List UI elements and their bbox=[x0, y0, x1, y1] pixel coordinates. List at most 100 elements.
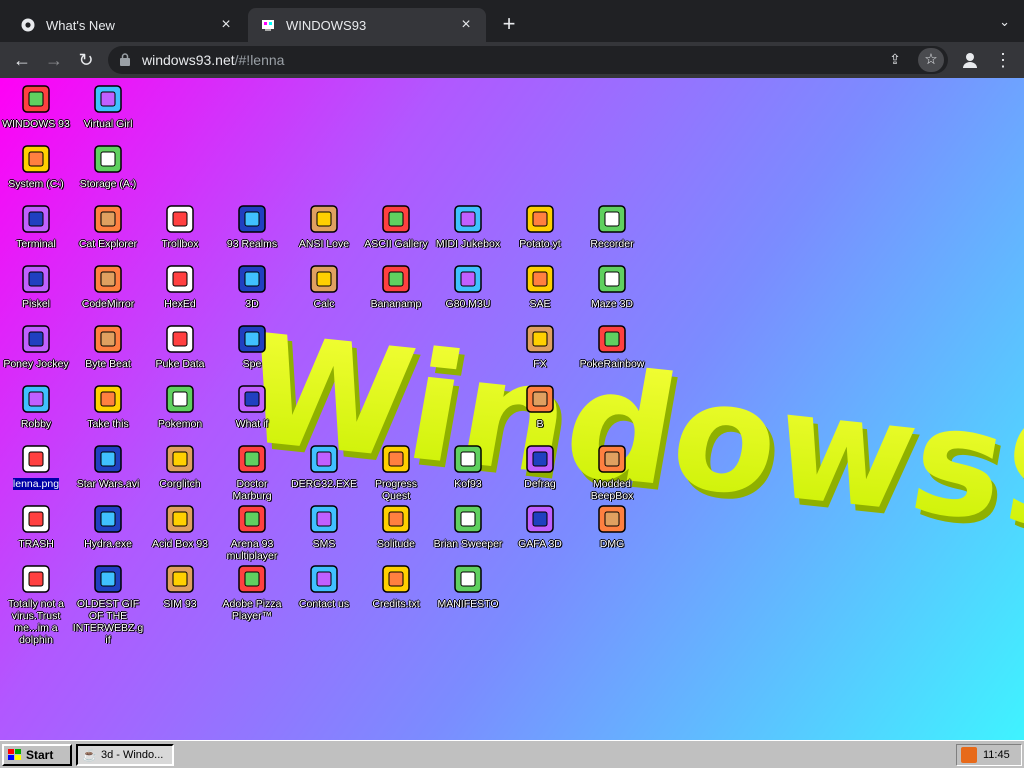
desktop-icon[interactable]: Contact us bbox=[288, 562, 360, 610]
desktop-icon[interactable]: ASCII Gallery bbox=[360, 202, 432, 250]
rss-icon[interactable] bbox=[961, 747, 977, 763]
start-button[interactable]: Start bbox=[2, 744, 72, 766]
desktop-icon[interactable]: Potato.yt bbox=[504, 202, 576, 250]
desktop-icon[interactable]: Kof93 bbox=[432, 442, 504, 490]
back-arrow-icon[interactable]: ← bbox=[10, 48, 34, 72]
desktop-icon[interactable]: What if bbox=[216, 382, 288, 430]
tab-windows93[interactable]: WINDOWS93 × bbox=[248, 8, 486, 42]
desktop-icon-label: Maze 3D bbox=[590, 298, 633, 310]
desktop-icon[interactable]: Maze 3D bbox=[576, 262, 648, 310]
desktop-icon-label: Kof93 bbox=[454, 478, 482, 490]
desktop-icon-label: SMS bbox=[312, 538, 336, 550]
close-icon[interactable]: × bbox=[218, 17, 234, 33]
desktop-icon[interactable]: MIDI Jukebox bbox=[432, 202, 504, 250]
desktop-icon[interactable]: Progress Quest bbox=[360, 442, 432, 502]
desktop-icon[interactable]: GAFA 3D bbox=[504, 502, 576, 550]
desktop-icon[interactable]: Robby bbox=[0, 382, 72, 430]
desktop-icon[interactable]: Star Wars.avi bbox=[72, 442, 144, 490]
desktop-icon[interactable]: Credits.txt bbox=[360, 562, 432, 610]
desktop-icon[interactable]: Byte Beat bbox=[72, 322, 144, 370]
desktop-icon[interactable]: Arena 93 multiplayer bbox=[216, 502, 288, 562]
desktop-icon[interactable]: OLDEST GIF OF THE INTERWEBZ.gif bbox=[72, 562, 144, 646]
desktop-icon[interactable]: lenna.png bbox=[0, 442, 72, 490]
desktop-icon[interactable]: Virtual Girl bbox=[72, 82, 144, 130]
desktop-icon[interactable]: SIM 93 bbox=[144, 562, 216, 610]
desktop-icon-label: Progress Quest bbox=[374, 478, 417, 502]
share-icon[interactable]: ⇪ bbox=[886, 51, 904, 69]
desktop-icon[interactable]: 3D bbox=[216, 262, 288, 310]
desktop-icon-label: ASCII Gallery bbox=[364, 238, 428, 250]
forward-arrow-icon[interactable]: → bbox=[42, 48, 66, 72]
desktop-icon[interactable]: Totally not a virus.Trust me...im a dolp… bbox=[0, 562, 72, 646]
system-tray: 11:45 bbox=[956, 744, 1022, 766]
desktop-icon[interactable]: Poney Jockey bbox=[0, 322, 72, 370]
desktop-icon[interactable]: System (C:) bbox=[0, 142, 72, 190]
desktop-icon[interactable]: Terminal bbox=[0, 202, 72, 250]
desktop-icon-label: Modded BeepBox bbox=[590, 478, 634, 502]
desktop-icon[interactable]: Calc bbox=[288, 262, 360, 310]
computer-icon bbox=[19, 82, 53, 116]
desktop-icon[interactable]: Recorder bbox=[576, 202, 648, 250]
desktop-icon[interactable]: Defrag bbox=[504, 442, 576, 490]
desktop-icon[interactable]: G80.M3U bbox=[432, 262, 504, 310]
desktop-icon[interactable]: Storage (A:) bbox=[72, 142, 144, 190]
desktop-icon-label: Solitude bbox=[377, 538, 415, 550]
pokemon-ball-icon bbox=[163, 382, 197, 416]
desktop-icon[interactable]: Take this bbox=[72, 382, 144, 430]
arena-cube-icon bbox=[235, 502, 269, 536]
desktop-icon-label: Byte Beat bbox=[85, 358, 131, 370]
desktop-icon-label: Contact us bbox=[298, 598, 350, 610]
desktop-icon[interactable]: Cat Explorer bbox=[72, 202, 144, 250]
desktop-icon[interactable]: Adobe Pizza Player™ bbox=[216, 562, 288, 622]
kebab-menu-icon[interactable]: ⋮ bbox=[994, 48, 1012, 72]
tab-list-chevron-icon[interactable]: ⌄ bbox=[999, 14, 1010, 30]
desktop-icon[interactable]: FX bbox=[504, 322, 576, 370]
desktop-icon[interactable]: B bbox=[504, 382, 576, 430]
desktop-icon-label: Recorder bbox=[590, 238, 634, 250]
desktop-icon-label: Potato.yt bbox=[519, 238, 561, 250]
taskbar-window-3d[interactable]: ☕ 3d - Windo... bbox=[76, 744, 174, 766]
reload-icon[interactable]: ↻ bbox=[74, 48, 98, 72]
desktop-icon[interactable]: 93 Realms bbox=[216, 202, 288, 250]
close-icon[interactable]: × bbox=[458, 17, 474, 33]
desktop-icon[interactable]: Piskel bbox=[0, 262, 72, 310]
tab-whats-new[interactable]: What's New × bbox=[8, 8, 246, 42]
new-tab-button[interactable]: + bbox=[498, 13, 520, 35]
address-bar[interactable]: windows93.net/#!lenna ⇪ ☆ bbox=[108, 46, 948, 74]
desktop-icon[interactable]: Trollbox bbox=[144, 202, 216, 250]
desktop-icon[interactable]: DMG bbox=[576, 502, 648, 550]
desktop-icon[interactable]: SAE bbox=[504, 262, 576, 310]
desktop-icon[interactable]: Corglitch bbox=[144, 442, 216, 490]
dolphin-shortcut-icon bbox=[19, 562, 53, 596]
corgi-icon bbox=[163, 442, 197, 476]
desktop-icon[interactable]: Solitude bbox=[360, 502, 432, 550]
desktop-icon[interactable]: SMS bbox=[288, 502, 360, 550]
desktop-icon[interactable]: ANSI Love bbox=[288, 202, 360, 250]
desktop-icon[interactable]: Pokemon bbox=[144, 382, 216, 430]
desktop-icon[interactable]: HexEd bbox=[144, 262, 216, 310]
desktop-icon[interactable]: PokeRainbow bbox=[576, 322, 648, 370]
desktop-icon[interactable]: WINDOWS 93 bbox=[0, 82, 72, 130]
desktop-icon[interactable]: Doctor Marburg bbox=[216, 442, 288, 502]
desktop-icon-label: Pokemon bbox=[157, 418, 203, 430]
terminal-icon bbox=[19, 202, 53, 236]
desktop-icon[interactable]: Hydra.exe bbox=[72, 502, 144, 550]
letter-a-icon bbox=[307, 202, 341, 236]
desktop-icon[interactable]: Acid Box 93 bbox=[144, 502, 216, 550]
desktop-icon-label: Brian Sweeper bbox=[433, 538, 503, 550]
desktop-icon[interactable]: DERG32.EXE bbox=[288, 442, 360, 490]
bookmark-star-icon[interactable]: ☆ bbox=[918, 48, 944, 72]
desktop-icon-label: Credits.txt bbox=[372, 598, 420, 610]
desktop-icon[interactable]: TRASH bbox=[0, 502, 72, 550]
profile-icon[interactable] bbox=[958, 48, 982, 72]
desktop-icon[interactable]: Brian Sweeper bbox=[432, 502, 504, 550]
desktop-icon[interactable]: CodeMirror bbox=[72, 262, 144, 310]
desktop-icon[interactable]: Modded BeepBox bbox=[576, 442, 648, 502]
desktop-icon[interactable]: Spe bbox=[216, 322, 288, 370]
desktop-icon[interactable]: Bananamp bbox=[360, 262, 432, 310]
desktop-icon-label: Hydra.exe bbox=[84, 538, 132, 550]
contact-icon bbox=[307, 562, 341, 596]
desktop-icon[interactable]: MANIFESTO bbox=[432, 562, 504, 610]
desktop-icon[interactable]: Puke Data bbox=[144, 322, 216, 370]
desktop-icon-label: Take this bbox=[87, 418, 129, 430]
